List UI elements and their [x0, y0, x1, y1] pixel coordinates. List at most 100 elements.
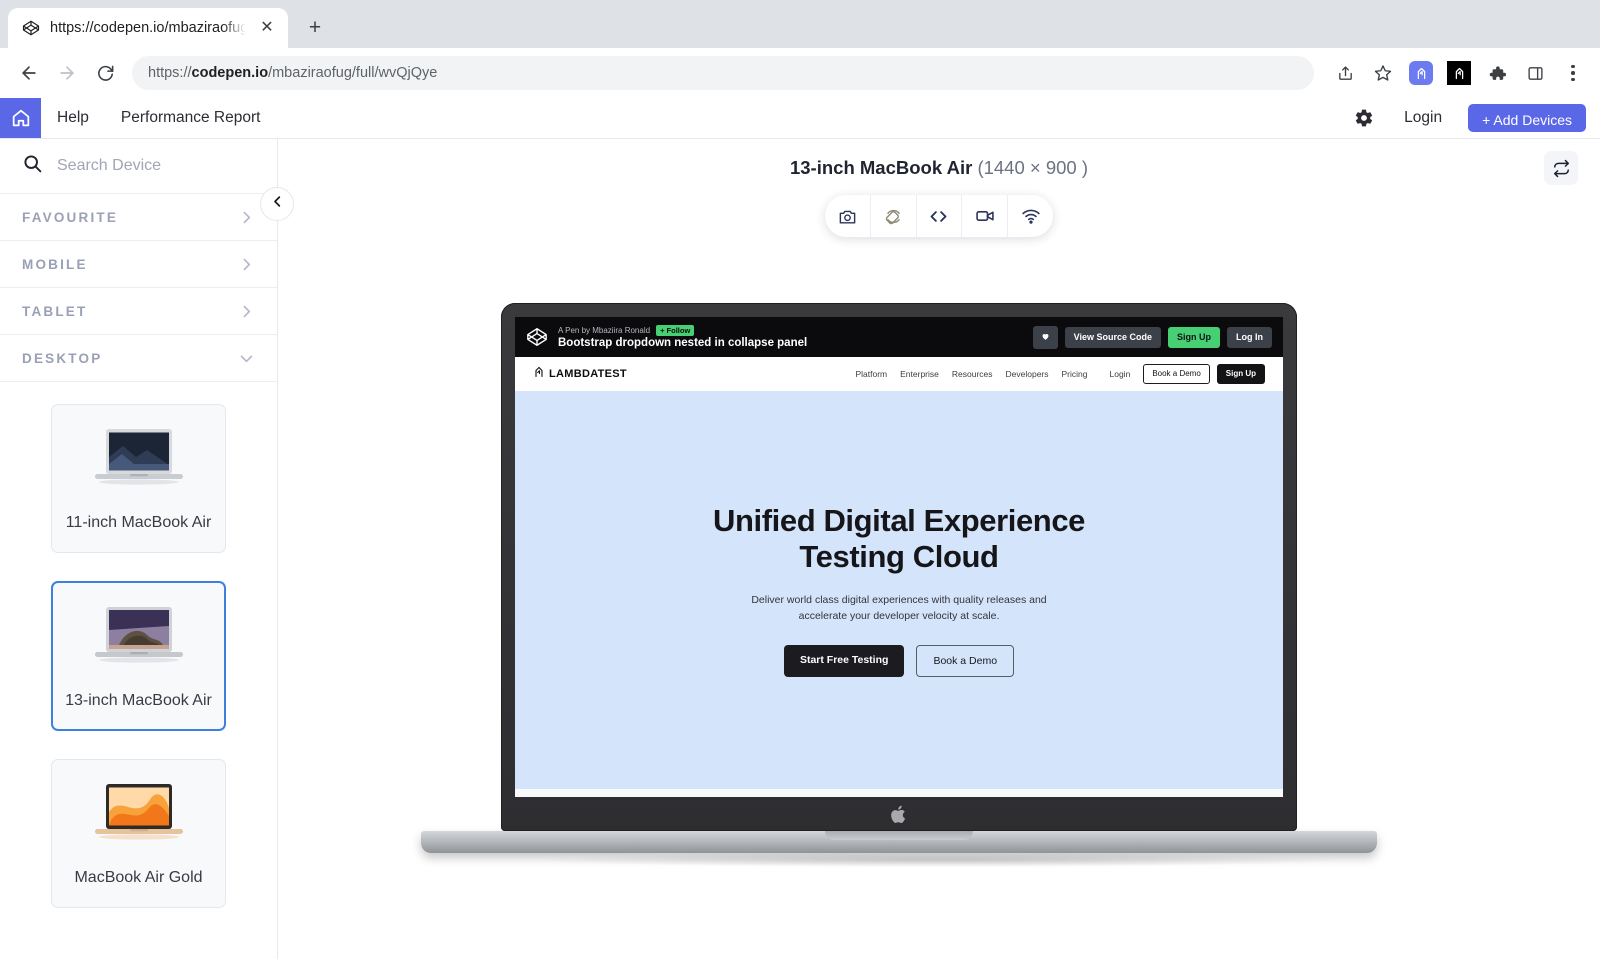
page-footer-strip [515, 789, 1283, 797]
browser-tab[interactable]: https://codepen.io/mbaziraofug ✕ [8, 8, 288, 48]
laptop-base [421, 831, 1377, 853]
book-a-demo-button[interactable]: Book a Demo [916, 644, 1015, 678]
app-body: FAVOURITE MOBILE TABLET DESKTOP [0, 139, 1600, 959]
codepen-icon [22, 19, 40, 37]
hero-cta-group: Start Free Testing Book a Demo [783, 644, 1015, 678]
codepen-pen-meta: A Pen by Mbaziira Ronald + Follow Bootst… [558, 324, 1023, 349]
home-icon[interactable] [0, 98, 41, 138]
macbook-thumbnail-icon [89, 427, 189, 494]
search-input[interactable] [57, 157, 255, 175]
search-icon [22, 153, 43, 179]
share-icon[interactable] [1330, 58, 1360, 88]
nav-link-resources[interactable]: Resources [952, 369, 993, 379]
start-free-testing-button[interactable]: Start Free Testing [783, 644, 905, 678]
browser-tab-title: https://codepen.io/mbaziraofug [50, 20, 246, 36]
sidebar-category-favourite[interactable]: FAVOURITE [0, 194, 277, 241]
apple-logo-icon [890, 804, 908, 825]
header-login-link[interactable]: Login [1388, 98, 1458, 138]
preview-device-name: 13-inch MacBook Air [789, 157, 973, 178]
device-card-label: 11-inch MacBook Air [65, 514, 212, 531]
preview-device-resolution: (1440 × 900 ) [977, 157, 1089, 178]
chevron-down-icon [238, 350, 255, 367]
browser-toolbar: https://codepen.io/mbaziraofug/full/wvQj… [0, 48, 1600, 98]
laptop-lid: A Pen by Mbaziira Ronald + Follow Bootst… [501, 303, 1297, 831]
hero-heading: Unified Digital Experience Testing Cloud [712, 502, 1086, 575]
codepen-actions: View Source Code Sign Up Log In [1032, 325, 1272, 349]
heart-icon[interactable] [1032, 325, 1058, 349]
browser-tabstrip: https://codepen.io/mbaziraofug ✕ + [0, 0, 1600, 48]
device-card-label: 13-inch MacBook Air [65, 691, 212, 709]
chevron-right-icon [238, 209, 255, 226]
device-sidebar: FAVOURITE MOBILE TABLET DESKTOP [0, 139, 294, 959]
gear-icon[interactable] [1340, 98, 1388, 138]
lambdatest-logo-icon [533, 365, 545, 383]
device-card-13-inch-macbook-air[interactable]: 13-inch MacBook Air [51, 580, 226, 732]
sidebar-category-label: MOBILE [22, 256, 88, 272]
chevron-left-icon [270, 194, 285, 214]
nav-link-enterprise[interactable]: Enterprise [900, 369, 939, 379]
device-card-11-inch-macbook-air[interactable]: 11-inch MacBook Air [51, 404, 226, 553]
page-login-link[interactable]: Login [1110, 369, 1131, 379]
close-icon[interactable]: ✕ [256, 17, 278, 39]
sidebar-category-mobile[interactable]: MOBILE [0, 241, 277, 288]
sidebar-category-label: DESKTOP [22, 350, 103, 366]
chrome-menu-icon[interactable] [1558, 58, 1588, 88]
url-path: /mbaziraofug/full/wvQjQye [268, 65, 438, 81]
page-book-demo-button[interactable]: Book a Demo [1143, 364, 1210, 384]
view-source-code-button[interactable]: View Source Code [1064, 326, 1161, 348]
codepen-login-button[interactable]: Log In [1227, 326, 1272, 348]
bookmark-star-icon[interactable] [1368, 58, 1398, 88]
codepen-author: A Pen by Mbaziira Ronald [558, 326, 651, 335]
chevron-right-icon [238, 303, 255, 320]
hero-section: Unified Digital Experience Testing Cloud… [515, 391, 1283, 789]
codepen-signup-button[interactable]: Sign Up [1168, 326, 1220, 348]
lambdatest-brand[interactable]: LAMBDATEST [533, 365, 627, 383]
app-header: Help Performance Report Login + Add Devi… [0, 98, 1600, 139]
extension-lambdatest-icon[interactable] [1406, 58, 1436, 88]
url-prefix: https:// [148, 65, 192, 81]
camera-icon[interactable] [825, 195, 871, 237]
side-panel-icon[interactable] [1520, 58, 1550, 88]
code-brackets-icon[interactable] [917, 195, 963, 237]
lambdatest-app: Help Performance Report Login + Add Devi… [0, 98, 1600, 959]
nav-link-platform[interactable]: Platform [855, 369, 887, 379]
nav-link-pricing[interactable]: Pricing [1062, 369, 1088, 379]
sidebar-category-label: FAVOURITE [22, 209, 119, 225]
sidebar-collapse-button[interactable] [260, 187, 294, 221]
device-laptop-frame: A Pen by Mbaziira Ronald + Follow Bootst… [421, 303, 1377, 867]
reload-button[interactable] [88, 56, 122, 90]
refresh-sync-icon[interactable] [1544, 151, 1578, 185]
extensions-puzzle-icon[interactable] [1482, 58, 1512, 88]
address-bar[interactable]: https://codepen.io/mbaziraofug/full/wvQj… [132, 56, 1314, 90]
new-tab-button[interactable]: + [298, 11, 332, 45]
back-button[interactable] [12, 56, 46, 90]
macbook-thumbnail-icon [89, 782, 189, 849]
forward-button[interactable] [50, 56, 84, 90]
header-link-help[interactable]: Help [41, 98, 105, 138]
hero-subheading: Deliver world class digital experiences … [751, 594, 1047, 623]
device-preview-panel: 13-inch MacBook Air (1440 × 900 ) A Pen … [278, 139, 1600, 959]
browser-chrome: https://codepen.io/mbaziraofug ✕ + https… [0, 0, 1600, 98]
chevron-right-icon [238, 256, 255, 273]
lambdatest-nav-links: Platform Enterprise Resources Developers… [855, 369, 1087, 379]
header-link-performance-report[interactable]: Performance Report [105, 98, 277, 138]
url-domain: codepen.io [191, 65, 269, 81]
add-devices-button[interactable]: + Add Devices [1468, 104, 1586, 132]
codepen-follow-button[interactable]: + Follow [656, 324, 695, 337]
device-card-label: MacBook Air Gold [74, 869, 203, 887]
extension-lambdatest-dark-icon[interactable] [1444, 58, 1474, 88]
wifi-icon[interactable] [1008, 195, 1053, 237]
video-camera-icon[interactable] [962, 195, 1009, 237]
sidebar-category-desktop[interactable]: DESKTOP [0, 335, 277, 382]
nav-link-developers[interactable]: Developers [1006, 369, 1049, 379]
lambdatest-nav: LAMBDATEST Platform Enterprise Resources… [515, 357, 1283, 391]
device-list: 11-inch MacBook Air 13-inch MacBook Air … [0, 382, 277, 959]
preview-toolbar [825, 195, 1053, 237]
device-card-macbook-air-gold[interactable]: MacBook Air Gold [51, 759, 226, 908]
page-signup-button[interactable]: Sign Up [1216, 364, 1265, 384]
header-spacer [276, 98, 1340, 138]
sidebar-category-tablet[interactable]: TABLET [0, 288, 277, 335]
laptop-shadow [544, 853, 1334, 867]
screen-rotate-icon[interactable] [871, 195, 917, 237]
macbook-thumbnail-icon [89, 605, 189, 672]
